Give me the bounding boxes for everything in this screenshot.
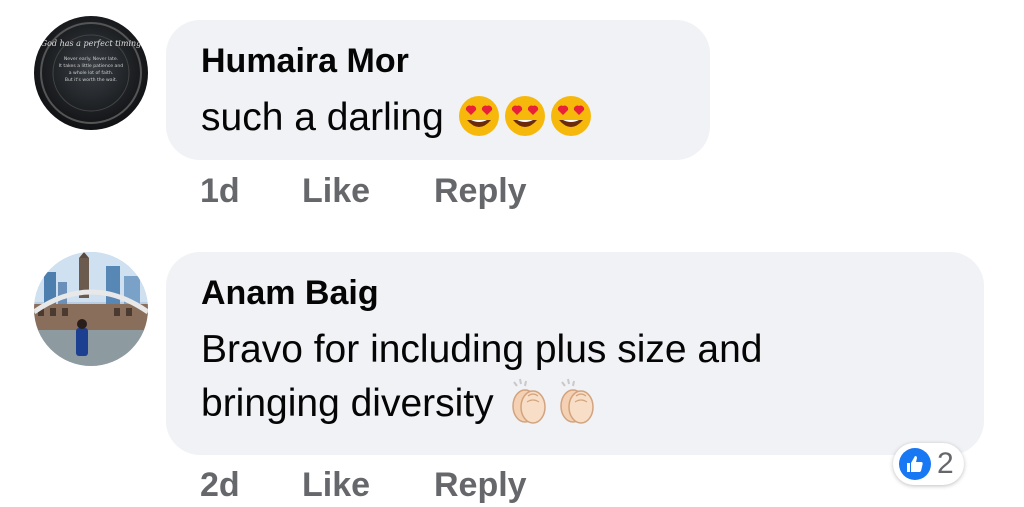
reply-button[interactable]: Reply [434, 172, 527, 211]
comment-humaira: God has a perfect timing Never early. Ne… [0, 0, 1024, 230]
like-button[interactable]: Like [302, 466, 370, 505]
comment-timestamp[interactable]: 1d [200, 172, 240, 211]
comment-bubble[interactable]: Anam Baig Bravo for including plus size … [166, 252, 984, 455]
heart-eyes-emoji-icon [503, 94, 547, 152]
quote-image-avatar-icon: God has a perfect timing Never early. Ne… [34, 16, 148, 130]
comment-timestamp[interactable]: 2d [200, 466, 240, 505]
comment-anam: Anam Baig Bravo for including plus size … [0, 240, 1024, 507]
comment-text: Bravo for including plus size and bringi… [201, 324, 762, 438]
city-photo-avatar-icon [34, 252, 148, 366]
heart-eyes-emoji-icon [549, 94, 593, 152]
clapping-hands-emoji-icon [506, 376, 552, 438]
comment-author[interactable]: Anam Baig [201, 274, 379, 313]
svg-text:Never early. Never late.: Never early. Never late. [64, 56, 118, 62]
avatar-script-text: God has a perfect timing [41, 39, 142, 48]
thumbs-up-icon [899, 448, 931, 480]
reaction-count: 2 [937, 447, 954, 480]
svg-text:But it's worth the wait.: But it's worth the wait. [65, 77, 117, 83]
comment-text: such a darling [201, 92, 593, 152]
avatar[interactable] [34, 252, 148, 366]
svg-text:a whole lot of faith.: a whole lot of faith. [69, 70, 113, 76]
comment-text-line: Bravo for including plus size and [201, 328, 763, 371]
svg-text:It takes a little patience and: It takes a little patience and [59, 63, 123, 69]
comment-author[interactable]: Humaira Mor [201, 42, 409, 81]
clapping-hands-emoji-icon [554, 376, 600, 438]
comment-text-line: bringing diversity [201, 376, 762, 438]
reply-button[interactable]: Reply [434, 466, 527, 505]
heart-eyes-emoji-icon [457, 94, 501, 152]
reaction-summary[interactable]: 2 [893, 443, 964, 485]
comment-bubble[interactable]: Humaira Mor such a darling [166, 20, 710, 160]
comment-text-line-body: bringing diversity [201, 382, 494, 425]
comment-text-body: such a darling [201, 96, 444, 139]
avatar[interactable]: God has a perfect timing Never early. Ne… [34, 16, 148, 130]
like-button[interactable]: Like [302, 172, 370, 211]
